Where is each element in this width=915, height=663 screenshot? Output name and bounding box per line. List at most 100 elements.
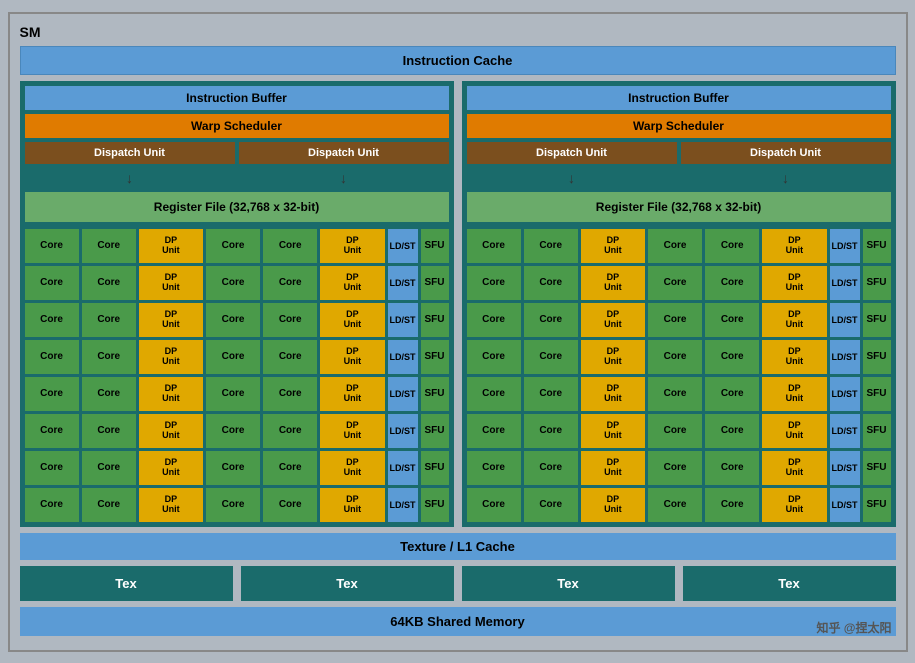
dp-cell: DPUnit	[320, 229, 384, 263]
cores-row: CoreCoreDPUnitCoreCoreDPUnitLD/STSFU	[25, 229, 449, 263]
ldst-cell: LD/ST	[388, 303, 418, 337]
right-dispatch-unit-1: Dispatch Unit	[467, 142, 677, 164]
dp-cell: DPUnit	[139, 303, 203, 337]
core-cell: Core	[82, 303, 136, 337]
core-cell: Core	[206, 414, 260, 448]
core-cell: Core	[206, 451, 260, 485]
dp-cell: DPUnit	[581, 377, 645, 411]
core-cell: Core	[263, 340, 317, 374]
core-cell: Core	[263, 229, 317, 263]
left-cores-grid: CoreCoreDPUnitCoreCoreDPUnitLD/STSFUCore…	[25, 229, 449, 522]
core-cell: Core	[263, 488, 317, 522]
ldst-cell: LD/ST	[388, 414, 418, 448]
core-cell: Core	[263, 414, 317, 448]
core-cell: Core	[82, 488, 136, 522]
left-register-file: Register File (32,768 x 32-bit)	[25, 192, 449, 222]
core-cell: Core	[467, 303, 521, 337]
dp-cell: DPUnit	[581, 229, 645, 263]
sfu-cell: SFU	[421, 377, 449, 411]
cores-row: CoreCoreDPUnitCoreCoreDPUnitLD/STSFU	[467, 229, 891, 263]
cores-row: CoreCoreDPUnitCoreCoreDPUnitLD/STSFU	[467, 340, 891, 374]
core-cell: Core	[25, 451, 79, 485]
core-cell: Core	[206, 488, 260, 522]
sfu-cell: SFU	[863, 451, 891, 485]
core-cell: Core	[25, 303, 79, 337]
two-halves: Instruction Buffer Warp Scheduler Dispat…	[20, 81, 896, 527]
dp-cell: DPUnit	[762, 229, 826, 263]
tex-cell-2: Tex	[241, 566, 454, 601]
core-cell: Core	[25, 377, 79, 411]
dp-cell: DPUnit	[581, 488, 645, 522]
core-cell: Core	[263, 266, 317, 300]
sfu-cell: SFU	[863, 229, 891, 263]
dp-cell: DPUnit	[320, 266, 384, 300]
cores-row: CoreCoreDPUnitCoreCoreDPUnitLD/STSFU	[467, 377, 891, 411]
dp-cell: DPUnit	[581, 414, 645, 448]
sfu-cell: SFU	[421, 414, 449, 448]
right-dispatch-row: Dispatch Unit Dispatch Unit	[467, 142, 891, 164]
left-dispatch-unit-1: Dispatch Unit	[25, 142, 235, 164]
sfu-cell: SFU	[421, 451, 449, 485]
cores-row: CoreCoreDPUnitCoreCoreDPUnitLD/STSFU	[467, 303, 891, 337]
shared-memory: 64KB Shared Memory	[20, 607, 896, 636]
ldst-cell: LD/ST	[388, 266, 418, 300]
dp-cell: DPUnit	[320, 377, 384, 411]
watermark: 知乎 @捏太阳	[816, 619, 891, 636]
core-cell: Core	[467, 414, 521, 448]
sfu-cell: SFU	[421, 266, 449, 300]
ldst-cell: LD/ST	[830, 377, 860, 411]
core-cell: Core	[648, 303, 702, 337]
dp-cell: DPUnit	[581, 340, 645, 374]
ldst-cell: LD/ST	[830, 451, 860, 485]
right-cores-grid: CoreCoreDPUnitCoreCoreDPUnitLD/STSFUCore…	[467, 229, 891, 522]
cores-row: CoreCoreDPUnitCoreCoreDPUnitLD/STSFU	[25, 340, 449, 374]
core-cell: Core	[467, 377, 521, 411]
core-cell: Core	[82, 229, 136, 263]
core-cell: Core	[648, 377, 702, 411]
cores-row: CoreCoreDPUnitCoreCoreDPUnitLD/STSFU	[25, 377, 449, 411]
tex-cell-1: Tex	[20, 566, 233, 601]
core-cell: Core	[82, 377, 136, 411]
core-cell: Core	[524, 229, 578, 263]
sfu-cell: SFU	[863, 303, 891, 337]
texture-l1: Texture / L1 Cache	[20, 533, 896, 560]
core-cell: Core	[705, 414, 759, 448]
sfu-cell: SFU	[421, 229, 449, 263]
sfu-cell: SFU	[421, 303, 449, 337]
core-cell: Core	[82, 451, 136, 485]
sfu-cell: SFU	[863, 414, 891, 448]
right-arrows: ↓↓	[467, 168, 891, 188]
tex-cell-4: Tex	[683, 566, 896, 601]
core-cell: Core	[705, 266, 759, 300]
cores-row: CoreCoreDPUnitCoreCoreDPUnitLD/STSFU	[467, 451, 891, 485]
cores-row: CoreCoreDPUnitCoreCoreDPUnitLD/STSFU	[25, 266, 449, 300]
core-cell: Core	[705, 340, 759, 374]
core-cell: Core	[705, 488, 759, 522]
ldst-cell: LD/ST	[830, 340, 860, 374]
dp-cell: DPUnit	[762, 451, 826, 485]
right-register-file: Register File (32,768 x 32-bit)	[467, 192, 891, 222]
right-dispatch-unit-2: Dispatch Unit	[681, 142, 891, 164]
dp-cell: DPUnit	[139, 229, 203, 263]
core-cell: Core	[25, 488, 79, 522]
core-cell: Core	[25, 340, 79, 374]
ldst-cell: LD/ST	[830, 303, 860, 337]
dp-cell: DPUnit	[762, 266, 826, 300]
core-cell: Core	[82, 266, 136, 300]
dp-cell: DPUnit	[139, 414, 203, 448]
core-cell: Core	[206, 229, 260, 263]
core-cell: Core	[648, 488, 702, 522]
right-half: Instruction Buffer Warp Scheduler Dispat…	[462, 81, 896, 527]
ldst-cell: LD/ST	[830, 414, 860, 448]
sfu-cell: SFU	[863, 377, 891, 411]
dp-cell: DPUnit	[762, 414, 826, 448]
cores-row: CoreCoreDPUnitCoreCoreDPUnitLD/STSFU	[467, 266, 891, 300]
right-warp-scheduler: Warp Scheduler	[467, 114, 891, 138]
left-instruction-buffer: Instruction Buffer	[25, 86, 449, 110]
dp-cell: DPUnit	[320, 488, 384, 522]
right-instruction-buffer: Instruction Buffer	[467, 86, 891, 110]
instruction-cache: Instruction Cache	[20, 46, 896, 75]
core-cell: Core	[467, 266, 521, 300]
core-cell: Core	[263, 451, 317, 485]
dp-cell: DPUnit	[320, 414, 384, 448]
